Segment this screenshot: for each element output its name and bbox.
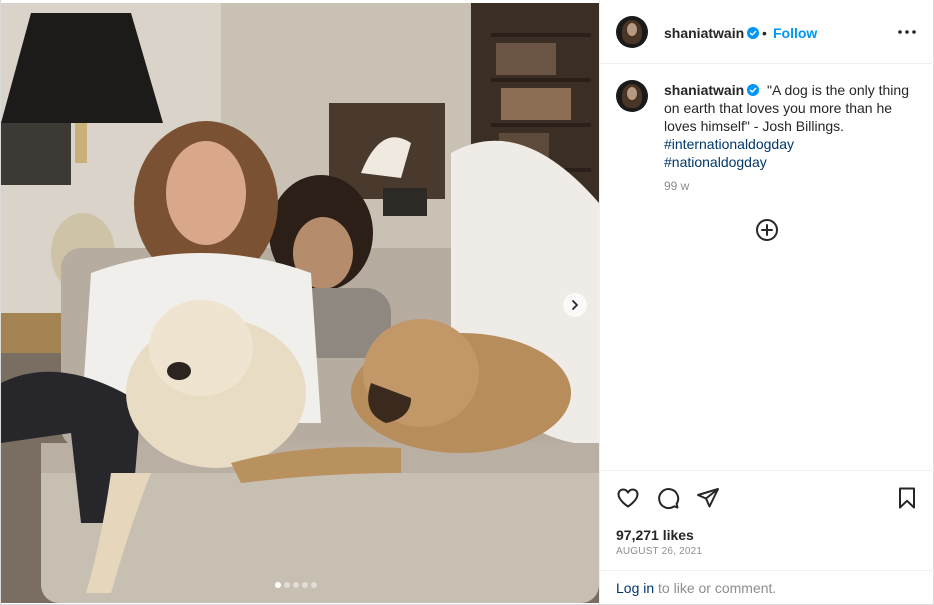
carousel-dot-active xyxy=(275,582,281,588)
avatar-face xyxy=(627,87,637,100)
post-actions-bar xyxy=(600,470,934,525)
post-photo[interactable] xyxy=(1,3,599,603)
login-link[interactable]: Log in xyxy=(616,580,654,596)
verified-badge-icon xyxy=(747,84,760,96)
caption-username-text[interactable]: shaniatwain xyxy=(664,82,744,98)
login-prompt-rest: to like or comment. xyxy=(654,580,777,596)
caption-age: 99 w xyxy=(664,179,690,193)
share-icon[interactable] xyxy=(696,486,720,510)
carousel-dot xyxy=(302,582,308,588)
caption-username[interactable]: shaniatwain xyxy=(664,82,760,98)
comment-icon[interactable] xyxy=(656,486,680,510)
plus-circle-icon[interactable] xyxy=(755,218,779,242)
author-avatar[interactable] xyxy=(616,16,648,48)
caption-author-avatar[interactable] xyxy=(616,80,648,112)
author-username-text[interactable]: shaniatwain xyxy=(664,25,744,41)
post-side-panel: shaniatwain • Follow shaniatwain "A dog … xyxy=(599,0,934,604)
post-header: shaniatwain • Follow xyxy=(600,0,934,64)
verified-badge-icon xyxy=(747,27,760,39)
likes-count[interactable]: 97,271 likes xyxy=(616,527,694,543)
hashtag-link[interactable]: #internationaldogday xyxy=(664,135,914,153)
carousel-dot xyxy=(293,582,299,588)
login-prompt-text: Log in to like or comment. xyxy=(616,580,776,596)
follow-button[interactable]: Follow xyxy=(773,25,817,41)
heart-icon[interactable] xyxy=(616,486,640,510)
carousel-next-button[interactable] xyxy=(563,293,587,317)
photo-scene xyxy=(1,3,599,603)
login-prompt: Log in to like or comment. xyxy=(600,570,934,604)
caption-text-block: shaniatwain "A dog is the only thing on … xyxy=(664,81,914,171)
header-separator: • xyxy=(762,25,767,41)
avatar-face xyxy=(627,23,637,36)
post-date[interactable]: AUGUST 26, 2021 xyxy=(616,546,702,557)
more-options-icon[interactable] xyxy=(895,24,919,40)
author-username[interactable]: shaniatwain xyxy=(664,25,760,41)
carousel-indicator xyxy=(275,582,317,588)
carousel-dot xyxy=(284,582,290,588)
instagram-post: shaniatwain • Follow shaniatwain "A dog … xyxy=(0,0,934,605)
bookmark-icon[interactable] xyxy=(895,486,919,510)
hashtag-link[interactable]: #nationaldogday xyxy=(664,153,914,171)
chevron-right-icon xyxy=(572,300,578,310)
carousel-dot xyxy=(311,582,317,588)
